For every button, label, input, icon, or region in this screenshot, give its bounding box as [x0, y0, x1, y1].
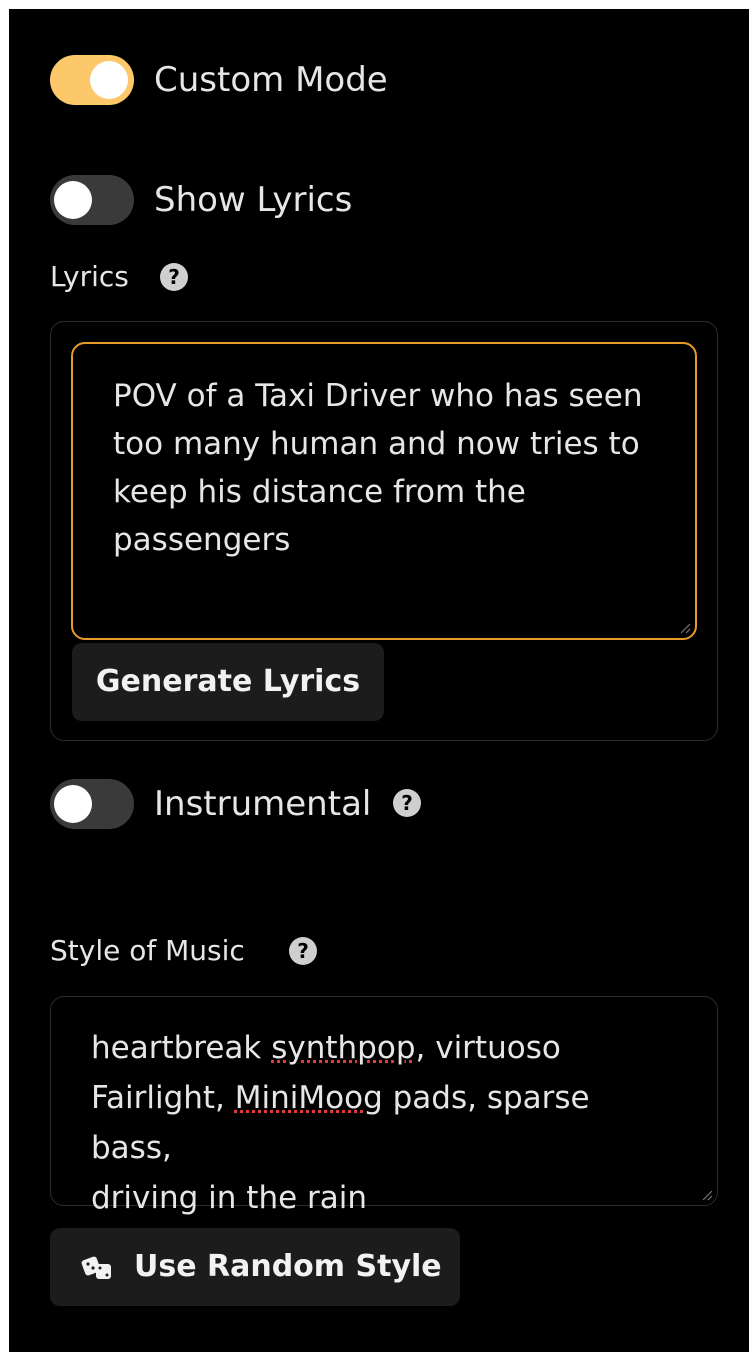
- show-lyrics-toggle[interactable]: [50, 175, 134, 225]
- custom-mode-label: Custom Mode: [154, 60, 388, 100]
- lyrics-line: passengers: [113, 522, 291, 558]
- help-icon[interactable]: ?: [393, 789, 421, 817]
- custom-mode-toggle[interactable]: [50, 55, 134, 105]
- style-line: driving in the rain: [91, 1180, 368, 1216]
- style-line: Fairlight, MiniMoog pads, sparse bass,: [91, 1080, 590, 1166]
- use-random-style-button[interactable]: Use Random Style: [50, 1228, 460, 1306]
- generate-lyrics-button[interactable]: Generate Lyrics: [72, 643, 384, 721]
- resize-handle-icon[interactable]: [679, 622, 691, 634]
- lyrics-line: POV of a Taxi Driver who has seen: [113, 378, 643, 414]
- help-icon[interactable]: ?: [160, 263, 188, 291]
- lyrics-textarea[interactable]: POV of a Taxi Driver who has seen too ma…: [71, 342, 697, 640]
- style-of-music-label: Style of Music: [50, 934, 245, 967]
- resize-handle-icon[interactable]: [701, 1189, 713, 1201]
- toggle-knob: [54, 181, 92, 219]
- lyrics-line: too many human and now tries to: [113, 426, 640, 462]
- instrumental-label: Instrumental: [154, 784, 372, 824]
- toggle-knob: [54, 785, 92, 823]
- lyrics-line: keep his distance from the: [113, 474, 526, 510]
- style-line: heartbreak synthpop, virtuoso: [91, 1030, 561, 1066]
- style-of-music-textarea[interactable]: heartbreak synthpop, virtuoso Fairlight,…: [50, 996, 718, 1216]
- lyrics-label: Lyrics: [50, 260, 129, 293]
- use-random-style-label: Use Random Style: [134, 1249, 442, 1284]
- help-icon[interactable]: ?: [289, 937, 317, 965]
- dice-icon: [81, 1256, 111, 1279]
- instrumental-toggle[interactable]: [50, 779, 134, 829]
- create-panel: Custom Mode Show Lyrics Lyrics ? POV of …: [9, 9, 749, 1352]
- toggle-knob: [90, 61, 128, 99]
- lyrics-card: POV of a Taxi Driver who has seen too ma…: [50, 321, 718, 741]
- show-lyrics-label: Show Lyrics: [154, 180, 353, 220]
